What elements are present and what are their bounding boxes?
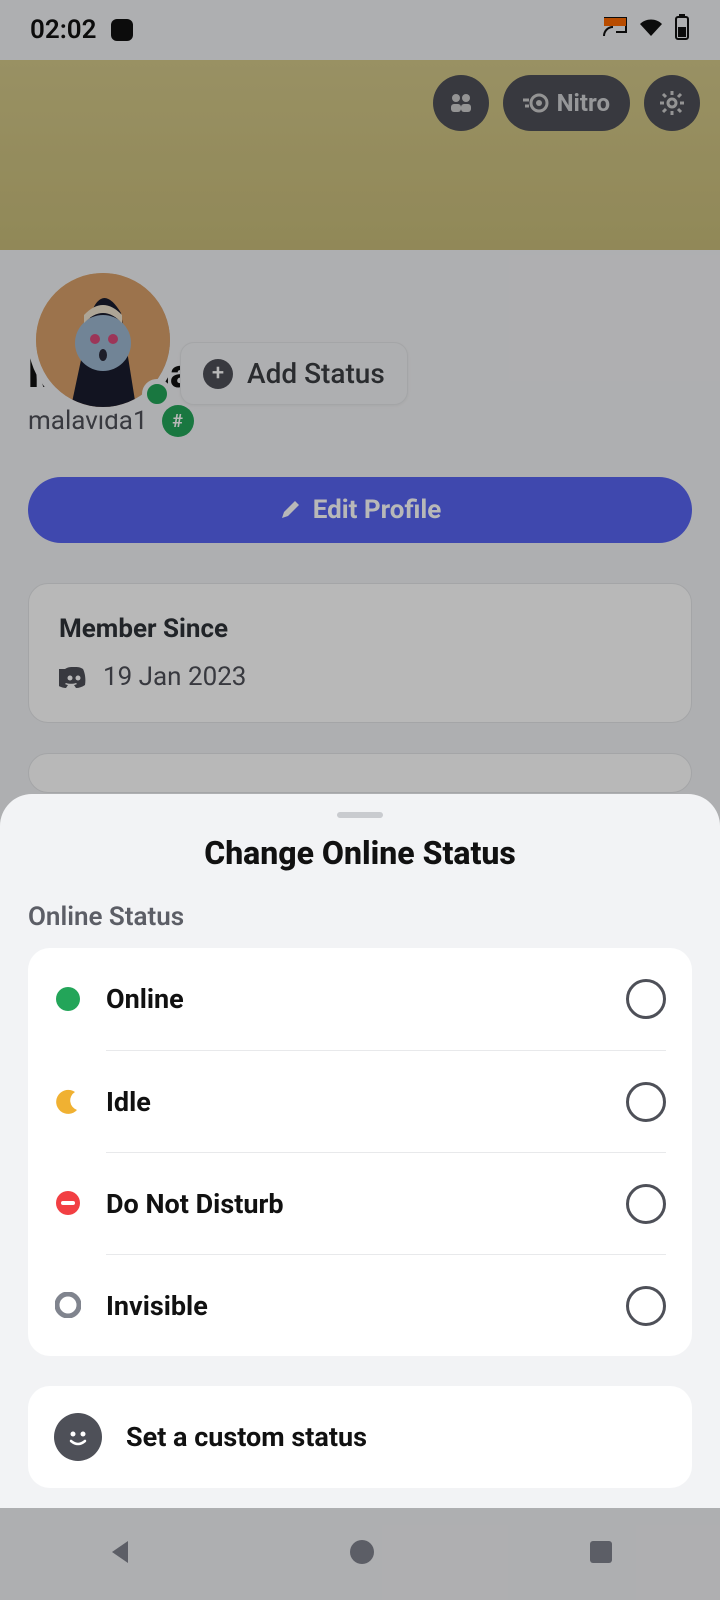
status-option-label: Invisible (106, 1290, 208, 1322)
invisible-icon (54, 1291, 82, 1319)
status-option-label: Idle (106, 1086, 151, 1118)
nav-back[interactable] (106, 1537, 136, 1571)
status-option-label: Do Not Disturb (106, 1188, 284, 1220)
nav-recent[interactable] (588, 1539, 614, 1569)
online-icon (54, 985, 82, 1013)
radio-unselected (626, 1286, 666, 1326)
status-option-invisible[interactable]: Invisible (28, 1254, 692, 1356)
radio-unselected (626, 1082, 666, 1122)
sheet-title: Change Online Status (28, 834, 692, 872)
nav-home[interactable] (347, 1537, 377, 1571)
dnd-icon (54, 1189, 82, 1217)
radio-unselected (626, 1184, 666, 1224)
custom-status-button[interactable]: Set a custom status (28, 1386, 692, 1488)
smiley-icon (54, 1413, 102, 1461)
status-option-dnd[interactable]: Do Not Disturb (28, 1152, 692, 1254)
custom-status-label: Set a custom status (126, 1421, 367, 1453)
drag-handle[interactable] (337, 812, 383, 818)
system-nav-bar (0, 1508, 720, 1600)
status-option-idle[interactable]: Idle (28, 1050, 692, 1152)
status-option-label: Online (106, 983, 184, 1015)
status-options: Online Idle Do Not Disturb (28, 948, 692, 1356)
section-label: Online Status (28, 902, 692, 932)
radio-unselected (626, 979, 666, 1019)
idle-icon (54, 1087, 82, 1115)
status-sheet: Change Online Status Online Status Onlin… (0, 794, 720, 1508)
status-option-online[interactable]: Online (28, 948, 692, 1050)
